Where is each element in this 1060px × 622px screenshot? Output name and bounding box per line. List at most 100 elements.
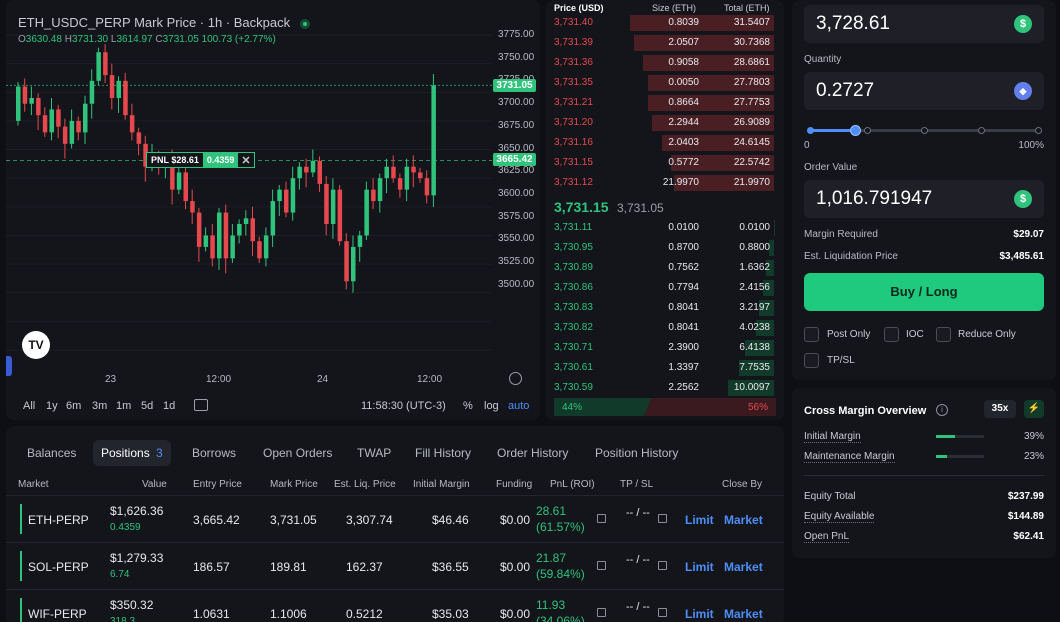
chart-panel[interactable]: ETH_USDC_PERP Mark Price · 1h · Backpack… [6, 0, 540, 420]
ask-row[interactable]: 3,731.16 2.0403 24.6145 [546, 133, 784, 153]
ask-row[interactable]: 3,731.35 0.0050 27.7803 [546, 73, 784, 93]
tradingview-logo[interactable]: TV [22, 331, 50, 359]
tab-twap[interactable]: TWAP [349, 440, 399, 466]
bolt-icon[interactable]: ⚡ [1024, 400, 1044, 418]
ask-row[interactable]: 3,731.36 0.9058 28.6861 [546, 53, 784, 73]
position-market_btn[interactable]: Market [724, 513, 763, 527]
timeframe-1m[interactable]: 1m [116, 400, 131, 412]
order-value-input[interactable]: 1,016.791947 $ [804, 180, 1044, 218]
log-toggle[interactable]: log [484, 400, 499, 412]
candlestick-chart[interactable] [6, 0, 540, 420]
tab-open-orders[interactable]: Open Orders [255, 440, 340, 466]
edit-icon[interactable] [658, 514, 667, 523]
timeframe-all[interactable]: All [23, 400, 35, 412]
external-link-icon[interactable] [597, 608, 606, 617]
edit-icon[interactable] [658, 608, 667, 617]
slider-min-label: 0 [804, 140, 810, 151]
timeframe-5d[interactable]: 5d [141, 400, 153, 412]
post-only-checkbox[interactable] [804, 327, 819, 342]
position-limit[interactable]: Limit [685, 560, 714, 574]
table-row[interactable]: SOL-PERP $1,279.33 6.74 186.57 189.81 162.37 $… [6, 542, 784, 589]
slider-step-dot[interactable] [864, 127, 871, 134]
bid-row[interactable]: 3,730.95 0.8700 0.8800 [546, 238, 784, 258]
info-icon[interactable]: i [936, 404, 948, 416]
candle-body [136, 132, 142, 144]
buy-long-button[interactable]: Buy / Long [804, 273, 1044, 311]
ob-mid-price: 3,731.15 [554, 199, 609, 215]
ob-price: 3,731.36 [554, 57, 593, 68]
auto-toggle[interactable]: auto [508, 400, 529, 412]
ask-row[interactable]: 3,731.20 2.2944 26.9089 [546, 113, 784, 133]
tpsl-checkbox[interactable] [804, 353, 819, 368]
slider-step-dot[interactable] [978, 127, 985, 134]
initial-margin-bar [936, 435, 984, 438]
position-market_btn[interactable]: Market [724, 607, 763, 621]
tab-positions[interactable]: Positions 3 [93, 440, 171, 466]
external-link-icon[interactable] [597, 561, 606, 570]
ohlc-o-label: O [18, 34, 26, 45]
bid-row[interactable]: 3,730.83 0.8041 3.2197 [546, 298, 784, 318]
position-entry: 186.57 [193, 560, 230, 574]
reduce-only-checkbox[interactable] [936, 327, 951, 342]
tab-borrows[interactable]: Borrows [184, 440, 244, 466]
tab-balances[interactable]: Balances [19, 440, 84, 466]
position-pnl-label[interactable]: PNL $28.61 0.4359 ✕ [146, 152, 255, 168]
ask-row[interactable]: 3,731.40 0.8039 31.5407 [546, 13, 784, 33]
table-row[interactable]: WIF-PERP $350.32 318.3 1.0631 1.1006 0.5212 $3… [6, 589, 784, 622]
tab-position-history[interactable]: Position History [587, 440, 686, 466]
ask-row[interactable]: 3,731.21 0.8664 27.7753 [546, 93, 784, 113]
initial-margin-row: Initial Margin 39% [804, 431, 1044, 443]
position-limit[interactable]: Limit [685, 513, 714, 527]
ob-price: 3,730.82 [554, 322, 593, 333]
ob-size: 0.0100 [668, 222, 699, 233]
percent-toggle[interactable]: % [463, 400, 473, 412]
leverage-button[interactable]: 35x [984, 400, 1016, 418]
close-icon[interactable]: ✕ [238, 154, 253, 167]
external-link-icon[interactable] [597, 514, 606, 523]
timeframe-1y[interactable]: 1y [46, 400, 58, 412]
bid-row[interactable]: 3,730.61 1.3397 7.7535 [546, 358, 784, 378]
tab-order-history[interactable]: Order History [489, 440, 576, 466]
slider-handle[interactable] [849, 125, 861, 136]
slider-step-dot[interactable] [921, 127, 928, 134]
ob-price: 3,730.71 [554, 342, 593, 353]
position-qty: 0.4359 [110, 522, 141, 533]
bid-row[interactable]: 3,730.71 2.3900 6.4138 [546, 338, 784, 358]
bid-row[interactable]: 3,731.11 0.0100 0.0100 [546, 218, 784, 238]
position-limit[interactable]: Limit [685, 607, 714, 621]
ob-size: 0.7562 [668, 262, 699, 273]
bid-row[interactable]: 3,730.59 2.2562 10.0097 [546, 378, 784, 398]
sidebar-toggle-handle[interactable] [6, 356, 12, 376]
ask-row[interactable]: 3,731.12 21.9970 21.9970 [546, 173, 784, 193]
timeframe-6m[interactable]: 6m [66, 400, 81, 412]
maint-margin-value: 23% [1023, 451, 1044, 462]
candle-body [89, 80, 95, 104]
slider-step-dot[interactable] [1035, 127, 1042, 134]
tab-fill-history[interactable]: Fill History [407, 440, 479, 466]
timeframe-1d[interactable]: 1d [163, 400, 175, 412]
position-value: $1,279.33 [110, 551, 164, 565]
ioc-checkbox[interactable] [884, 327, 899, 342]
position-market_btn[interactable]: Market [724, 560, 763, 574]
ask-row[interactable]: 3,731.15 0.5772 22.5742 [546, 153, 784, 173]
position-entry: 1.0631 [193, 607, 230, 621]
open-pnl-label: Open PnL [804, 531, 850, 543]
price-input[interactable]: 3,728.61 $ [804, 5, 1044, 43]
ohlc-close: 3731.05 [162, 34, 199, 45]
date-range-icon[interactable] [194, 399, 208, 411]
bid-row[interactable]: 3,730.89 0.7562 1.6362 [546, 258, 784, 278]
table-row[interactable]: ETH-PERP $1,626.36 0.4359 3,665.42 3,731.05 3… [6, 495, 784, 542]
ob-size: 1.3397 [668, 362, 699, 373]
ask-row[interactable]: 3,731.39 2.0507 30.7368 [546, 33, 784, 53]
slider-step-dot[interactable] [807, 127, 814, 134]
timeframe-3m[interactable]: 3m [92, 400, 107, 412]
bid-row[interactable]: 3,730.82 0.8041 4.0238 [546, 318, 784, 338]
ob-header-total: Total (ETH) [724, 3, 770, 13]
edit-icon[interactable] [658, 561, 667, 570]
settings-gear-icon[interactable] [509, 372, 522, 385]
maint-margin-bar [936, 455, 984, 458]
bid-row[interactable]: 3,730.86 0.7794 2.4156 [546, 278, 784, 298]
ob-total: 30.7368 [733, 37, 770, 48]
position-mark: 3,731.05 [270, 513, 317, 527]
quantity-input[interactable]: 0.2727 ◆ [804, 72, 1044, 110]
